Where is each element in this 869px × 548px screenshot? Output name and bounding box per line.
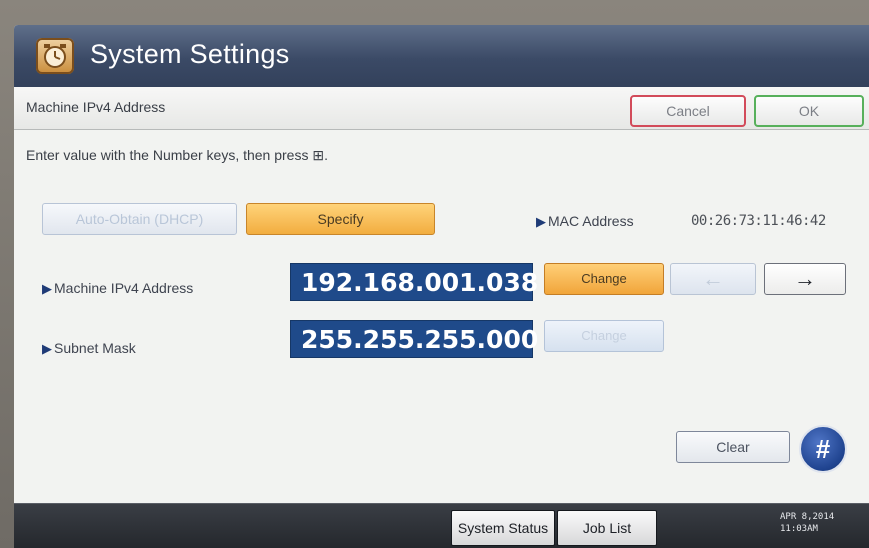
ok-button[interactable]: OK — [754, 95, 864, 127]
mac-address-label-text: MAC Address — [548, 213, 634, 229]
date-time-display: APR 8,2014 11:03AM — [780, 511, 834, 535]
hash-key-button[interactable]: # — [799, 425, 847, 473]
instruction-text: Enter value with the Number keys, then p… — [26, 147, 328, 163]
cancel-button[interactable]: Cancel — [630, 95, 746, 127]
triangle-right-icon: ▶ — [42, 281, 52, 296]
time-text: 11:03AM — [780, 524, 818, 534]
cursor-right-button[interactable]: → — [764, 263, 846, 295]
subnet-mask-label: ▶ Subnet Mask — [42, 340, 136, 357]
triangle-right-icon: ▶ — [536, 214, 546, 229]
title-bar: System Settings — [14, 25, 869, 87]
job-list-button[interactable]: Job List — [557, 510, 657, 546]
subnet-mask-field[interactable]: 255.255.255.000 — [290, 320, 538, 358]
system-status-button[interactable]: System Status — [451, 510, 555, 546]
subnet-mask-label-text: Subnet Mask — [54, 340, 136, 356]
auto-obtain-dhcp-button[interactable]: Auto-Obtain (DHCP) — [42, 203, 237, 235]
setting-name: Machine IPv4 Address — [26, 99, 166, 115]
clock-settings-icon — [36, 38, 74, 74]
cursor-left-button[interactable]: ← — [670, 263, 756, 295]
clear-button[interactable]: Clear — [676, 431, 790, 463]
change-subnet-button[interactable]: Change — [544, 320, 664, 352]
ipv4-address-label-text: Machine IPv4 Address — [54, 280, 194, 296]
ipv4-address-label: ▶ Machine IPv4 Address — [42, 280, 193, 297]
specify-button[interactable]: Specify — [246, 203, 435, 235]
mac-address-label: ▶ MAC Address — [536, 213, 634, 230]
settings-header: Machine IPv4 Address Cancel OK — [14, 87, 869, 130]
triangle-right-icon: ▶ — [42, 341, 52, 356]
date-text: APR 8,2014 — [780, 512, 835, 522]
touch-screen: System Settings Machine IPv4 Address Can… — [14, 25, 869, 548]
mac-address-value: 00:26:73:11:46:42 — [691, 213, 826, 229]
ipv4-address-field[interactable]: 192.168.001.038 — [290, 263, 538, 301]
change-ipv4-button[interactable]: Change — [544, 263, 664, 295]
window-title: System Settings — [90, 39, 290, 69]
status-bar: System Status Job List APR 8,2014 11:03A… — [14, 503, 869, 548]
